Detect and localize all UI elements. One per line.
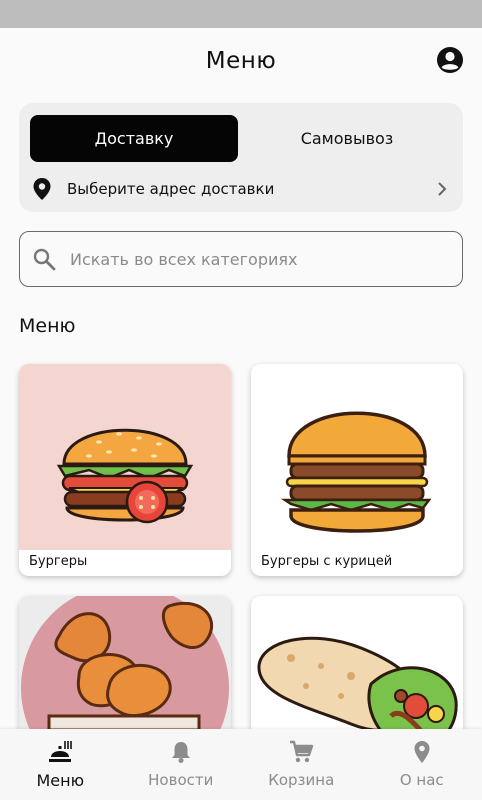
location-pin-icon xyxy=(33,178,51,200)
category-label: Бургеры с курицей xyxy=(261,554,393,569)
tab-pickup[interactable]: Самовывоз xyxy=(241,115,453,162)
nav-label: Новости xyxy=(148,771,214,789)
nav-item-cart[interactable]: Корзина xyxy=(241,729,362,800)
status-bar xyxy=(0,0,482,28)
nav-item-menu[interactable]: Меню xyxy=(0,729,121,800)
bottom-navigation: Меню Новости Корзина О нас xyxy=(0,729,482,800)
delivery-card: Доставку Самовывоз Выберите адрес достав… xyxy=(19,103,463,212)
location-pin-icon xyxy=(414,741,430,763)
menu-section-title: Меню xyxy=(19,315,76,337)
chevron-right-icon xyxy=(438,182,447,196)
page-title: Меню xyxy=(205,48,277,74)
profile-icon[interactable] xyxy=(436,46,464,74)
cart-icon xyxy=(290,740,314,763)
bell-icon xyxy=(171,742,190,763)
tab-delivery[interactable]: Доставку xyxy=(30,115,238,162)
nav-label: Корзина xyxy=(268,771,335,789)
nav-item-news[interactable]: Новости xyxy=(121,729,242,800)
search-input[interactable] xyxy=(70,249,430,269)
category-card-chicken-burgers[interactable]: Бургеры с курицей xyxy=(251,364,463,576)
chicken-burger-image xyxy=(251,364,463,550)
nav-label: О нас xyxy=(399,771,444,789)
category-card-burgers[interactable]: Бургеры xyxy=(19,364,231,576)
nav-item-about[interactable]: О нас xyxy=(362,729,482,800)
address-selector[interactable]: Выберите адрес доставки xyxy=(31,175,453,203)
top-bar: Меню xyxy=(0,28,482,94)
burger-image xyxy=(19,364,231,550)
address-prompt: Выберите адрес доставки xyxy=(67,180,275,198)
nav-label: Меню xyxy=(36,771,85,790)
search-icon xyxy=(33,248,56,271)
category-label: Бургеры xyxy=(29,554,88,569)
menu-food-icon xyxy=(49,741,73,762)
search-box[interactable] xyxy=(19,231,463,287)
